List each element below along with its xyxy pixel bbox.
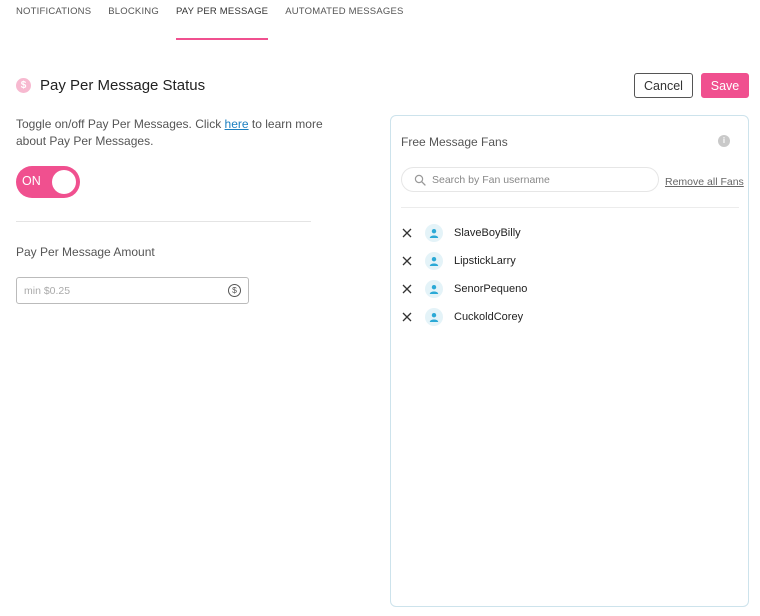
remove-fan-icon[interactable] bbox=[401, 255, 413, 267]
avatar bbox=[425, 252, 443, 270]
panel-divider bbox=[401, 207, 739, 208]
dollar-icon: $ bbox=[228, 284, 241, 297]
panel-title: Free Message Fans bbox=[401, 135, 508, 149]
amount-label: Pay Per Message Amount bbox=[16, 245, 155, 259]
dollar-coin-icon: $ bbox=[16, 78, 31, 93]
settings-tabs: NOTIFICATIONS BLOCKING PAY PER MESSAGE A… bbox=[16, 0, 421, 40]
description-text-before: Toggle on/off Pay Per Messages. Click bbox=[16, 117, 225, 131]
amount-input[interactable] bbox=[17, 278, 207, 303]
status-description: Toggle on/off Pay Per Messages. Click he… bbox=[16, 116, 326, 150]
learn-more-link[interactable]: here bbox=[225, 117, 249, 131]
save-button[interactable]: Save bbox=[701, 73, 749, 98]
remove-fan-icon[interactable] bbox=[401, 283, 413, 295]
cancel-button[interactable]: Cancel bbox=[634, 73, 693, 98]
toggle-label: ON bbox=[22, 174, 41, 188]
fan-name: SenorPequeno bbox=[454, 283, 528, 295]
list-item: CuckoldCorey bbox=[401, 303, 527, 331]
tab-blocking[interactable]: BLOCKING bbox=[108, 0, 159, 40]
fan-search bbox=[401, 167, 659, 192]
remove-fan-icon[interactable] bbox=[401, 227, 413, 239]
toggle-knob bbox=[52, 170, 76, 194]
remove-all-fans-link[interactable]: Remove all Fans bbox=[665, 176, 744, 188]
tab-notifications[interactable]: NOTIFICATIONS bbox=[16, 0, 91, 40]
fan-name: CuckoldCorey bbox=[454, 311, 524, 323]
search-icon bbox=[412, 170, 432, 190]
section-divider bbox=[16, 221, 311, 222]
free-message-fans-panel: Free Message Fans i Remove all Fans Slav… bbox=[390, 115, 749, 607]
search-input[interactable] bbox=[432, 173, 652, 186]
info-icon[interactable]: i bbox=[718, 135, 730, 147]
avatar bbox=[425, 280, 443, 298]
list-item: LipstickLarry bbox=[401, 247, 527, 275]
amount-field: $ bbox=[16, 277, 249, 304]
remove-fan-icon[interactable] bbox=[401, 311, 413, 323]
fan-list: SlaveBoyBilly LipstickLarry SenorPequeno… bbox=[401, 219, 527, 331]
list-item: SenorPequeno bbox=[401, 275, 527, 303]
pay-per-message-toggle[interactable]: ON bbox=[16, 166, 80, 198]
status-header: $ Pay Per Message Status bbox=[16, 77, 205, 94]
tab-pay-per-message[interactable]: PAY PER MESSAGE bbox=[175, 0, 269, 40]
fan-name: LipstickLarry bbox=[454, 255, 516, 267]
tab-automated-messages[interactable]: AUTOMATED MESSAGES bbox=[285, 0, 403, 40]
list-item: SlaveBoyBilly bbox=[401, 219, 527, 247]
avatar bbox=[425, 224, 443, 242]
fan-name: SlaveBoyBilly bbox=[454, 227, 521, 239]
avatar bbox=[425, 308, 443, 326]
page-title: Pay Per Message Status bbox=[40, 77, 206, 94]
